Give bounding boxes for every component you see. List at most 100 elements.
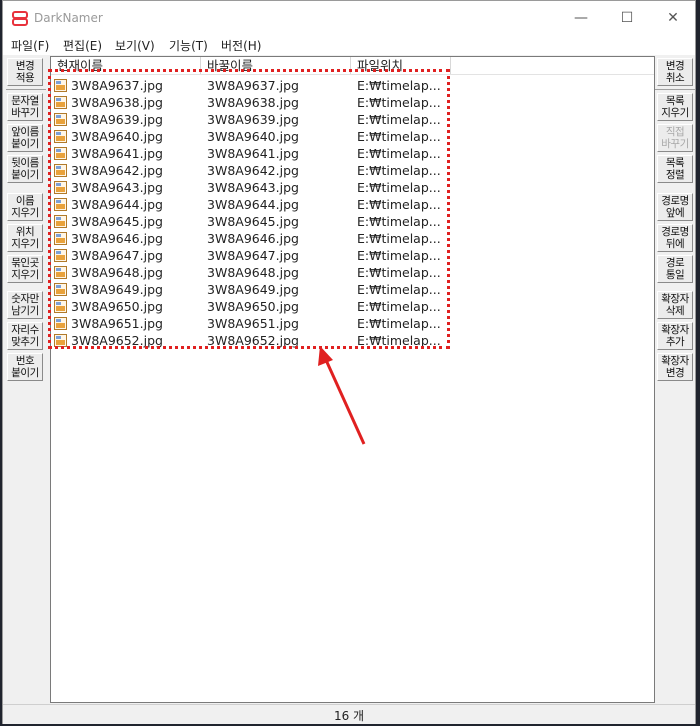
file-location-cell: E:₩timelap... (357, 316, 441, 331)
maximize-button[interactable]: ☐ (604, 1, 650, 35)
jpg-file-icon (54, 317, 67, 330)
remove-position-button[interactable]: 위치 지우기 (7, 224, 43, 252)
add-extension-button[interactable]: 확장자 추가 (657, 322, 693, 350)
new-name-cell: 3W8A9644.jpg (207, 197, 299, 212)
table-row[interactable]: 3W8A9645.jpg 3W8A9645.jpg E:₩timelap... (51, 213, 654, 230)
new-name-cell: 3W8A9640.jpg (207, 129, 299, 144)
current-name-cell: 3W8A9641.jpg (71, 146, 163, 161)
right-divider (655, 89, 695, 90)
left-divider (6, 89, 46, 90)
current-name-cell: 3W8A9647.jpg (71, 248, 163, 263)
new-name-cell: 3W8A9645.jpg (207, 214, 299, 229)
pad-digits-button[interactable]: 자리수 맞추기 (7, 322, 43, 350)
jpg-file-icon (54, 300, 67, 313)
table-row[interactable]: 3W8A9651.jpg 3W8A9651.jpg E:₩timelap... (51, 315, 654, 332)
current-name-cell: 3W8A9650.jpg (71, 299, 163, 314)
unify-path-button[interactable]: 경로 통일 (657, 255, 693, 283)
clear-list-button[interactable]: 목록 지우기 (657, 93, 693, 121)
table-row[interactable]: 3W8A9642.jpg 3W8A9642.jpg E:₩timelap... (51, 162, 654, 179)
jpg-file-icon (54, 96, 67, 109)
table-row[interactable]: 3W8A9638.jpg 3W8A9638.jpg E:₩timelap... (51, 94, 654, 111)
new-name-cell: 3W8A9638.jpg (207, 95, 299, 110)
menu-edit[interactable]: 편집(E) (63, 37, 102, 54)
column-current-name[interactable]: 현재이름 (51, 57, 201, 74)
table-row[interactable]: 3W8A9640.jpg 3W8A9640.jpg E:₩timelap... (51, 128, 654, 145)
status-bar: 16 개 (3, 704, 695, 724)
darknamer-app-icon (12, 11, 28, 26)
table-row[interactable]: 3W8A9649.jpg 3W8A9649.jpg E:₩timelap... (51, 281, 654, 298)
edit-directly-button[interactable]: 직접 바꾸기 (657, 124, 693, 152)
table-row[interactable]: 3W8A9639.jpg 3W8A9639.jpg E:₩timelap... (51, 111, 654, 128)
maximize-icon: ☐ (620, 10, 634, 26)
jpg-file-icon (54, 79, 67, 92)
title-bar[interactable]: DarkNamer — ☐ ✕ (3, 1, 695, 35)
table-row[interactable]: 3W8A9641.jpg 3W8A9641.jpg E:₩timelap... (51, 145, 654, 162)
replace-text-button[interactable]: 문자열 바꾸기 (7, 93, 43, 121)
path-before-button[interactable]: 경로명 앞에 (657, 193, 693, 221)
jpg-file-icon (54, 249, 67, 262)
add-suffix-button[interactable]: 뒷이름 붙이기 (7, 155, 43, 183)
sort-list-button[interactable]: 목록 정렬 (657, 155, 693, 183)
remove-bracketed-button[interactable]: 묶인곳 지우기 (7, 255, 43, 283)
new-name-cell: 3W8A9649.jpg (207, 282, 299, 297)
new-name-cell: 3W8A9637.jpg (207, 78, 299, 93)
remove-name-button[interactable]: 이름 지우기 (7, 193, 43, 221)
menu-view[interactable]: 보기(V) (115, 37, 155, 54)
minimize-icon: — (574, 10, 588, 26)
jpg-file-icon (54, 130, 67, 143)
undo-changes-button[interactable]: 변경 취소 (657, 58, 693, 86)
table-row[interactable]: 3W8A9646.jpg 3W8A9646.jpg E:₩timelap... (51, 230, 654, 247)
menu-tools[interactable]: 기능(T) (169, 37, 208, 54)
table-row[interactable]: 3W8A9644.jpg 3W8A9644.jpg E:₩timelap... (51, 196, 654, 213)
current-name-cell: 3W8A9652.jpg (71, 333, 163, 348)
change-extension-button[interactable]: 확장자 변경 (657, 353, 693, 381)
file-location-cell: E:₩timelap... (357, 231, 441, 246)
add-number-button[interactable]: 번호 붙이기 (7, 353, 43, 381)
new-name-cell: 3W8A9650.jpg (207, 299, 299, 314)
column-new-name[interactable]: 바꿀이름 (201, 57, 351, 74)
apply-changes-button[interactable]: 변경 적용 (7, 58, 43, 86)
add-prefix-button[interactable]: 앞이름 붙이기 (7, 124, 43, 152)
column-file-location[interactable]: 파일위치 (351, 57, 451, 74)
close-button[interactable]: ✕ (650, 1, 696, 35)
minimize-button[interactable]: — (558, 1, 604, 35)
current-name-cell: 3W8A9638.jpg (71, 95, 163, 110)
file-list[interactable]: 현재이름 바꿀이름 파일위치 3W8A9637.jpg 3W8A9637.jpg E… (50, 56, 655, 703)
file-location-cell: E:₩timelap... (357, 78, 441, 93)
menu-version[interactable]: 버전(H) (221, 37, 261, 54)
file-location-cell: E:₩timelap... (357, 163, 441, 178)
current-name-cell: 3W8A9649.jpg (71, 282, 163, 297)
table-row[interactable]: 3W8A9652.jpg 3W8A9652.jpg E:₩timelap... (51, 332, 654, 349)
window-title: DarkNamer (34, 11, 103, 25)
table-row[interactable]: 3W8A9637.jpg 3W8A9637.jpg E:₩timelap... (51, 77, 654, 94)
list-header: 현재이름 바꿀이름 파일위치 (51, 57, 654, 75)
path-after-button[interactable]: 경로명 뒤에 (657, 224, 693, 252)
table-row[interactable]: 3W8A9647.jpg 3W8A9647.jpg E:₩timelap... (51, 247, 654, 264)
jpg-file-icon (54, 232, 67, 245)
file-location-cell: E:₩timelap... (357, 214, 441, 229)
new-name-cell: 3W8A9651.jpg (207, 316, 299, 331)
table-row[interactable]: 3W8A9650.jpg 3W8A9650.jpg E:₩timelap... (51, 298, 654, 315)
file-location-cell: E:₩timelap... (357, 112, 441, 127)
new-name-cell: 3W8A9647.jpg (207, 248, 299, 263)
jpg-file-icon (54, 113, 67, 126)
new-name-cell: 3W8A9646.jpg (207, 231, 299, 246)
jpg-file-icon (54, 198, 67, 211)
keep-numbers-button[interactable]: 숫자만 남기기 (7, 291, 43, 319)
delete-extension-button[interactable]: 확장자 삭제 (657, 291, 693, 319)
table-row[interactable]: 3W8A9648.jpg 3W8A9648.jpg E:₩timelap... (51, 264, 654, 281)
jpg-file-icon (54, 181, 67, 194)
new-name-cell: 3W8A9643.jpg (207, 180, 299, 195)
new-name-cell: 3W8A9639.jpg (207, 112, 299, 127)
jpg-file-icon (54, 266, 67, 279)
file-location-cell: E:₩timelap... (357, 129, 441, 144)
new-name-cell: 3W8A9648.jpg (207, 265, 299, 280)
table-row[interactable]: 3W8A9643.jpg 3W8A9643.jpg E:₩timelap... (51, 179, 654, 196)
current-name-cell: 3W8A9651.jpg (71, 316, 163, 331)
jpg-file-icon (54, 147, 67, 160)
current-name-cell: 3W8A9642.jpg (71, 163, 163, 178)
file-location-cell: E:₩timelap... (357, 197, 441, 212)
current-name-cell: 3W8A9645.jpg (71, 214, 163, 229)
current-name-cell: 3W8A9643.jpg (71, 180, 163, 195)
menu-file[interactable]: 파일(F) (11, 37, 49, 54)
